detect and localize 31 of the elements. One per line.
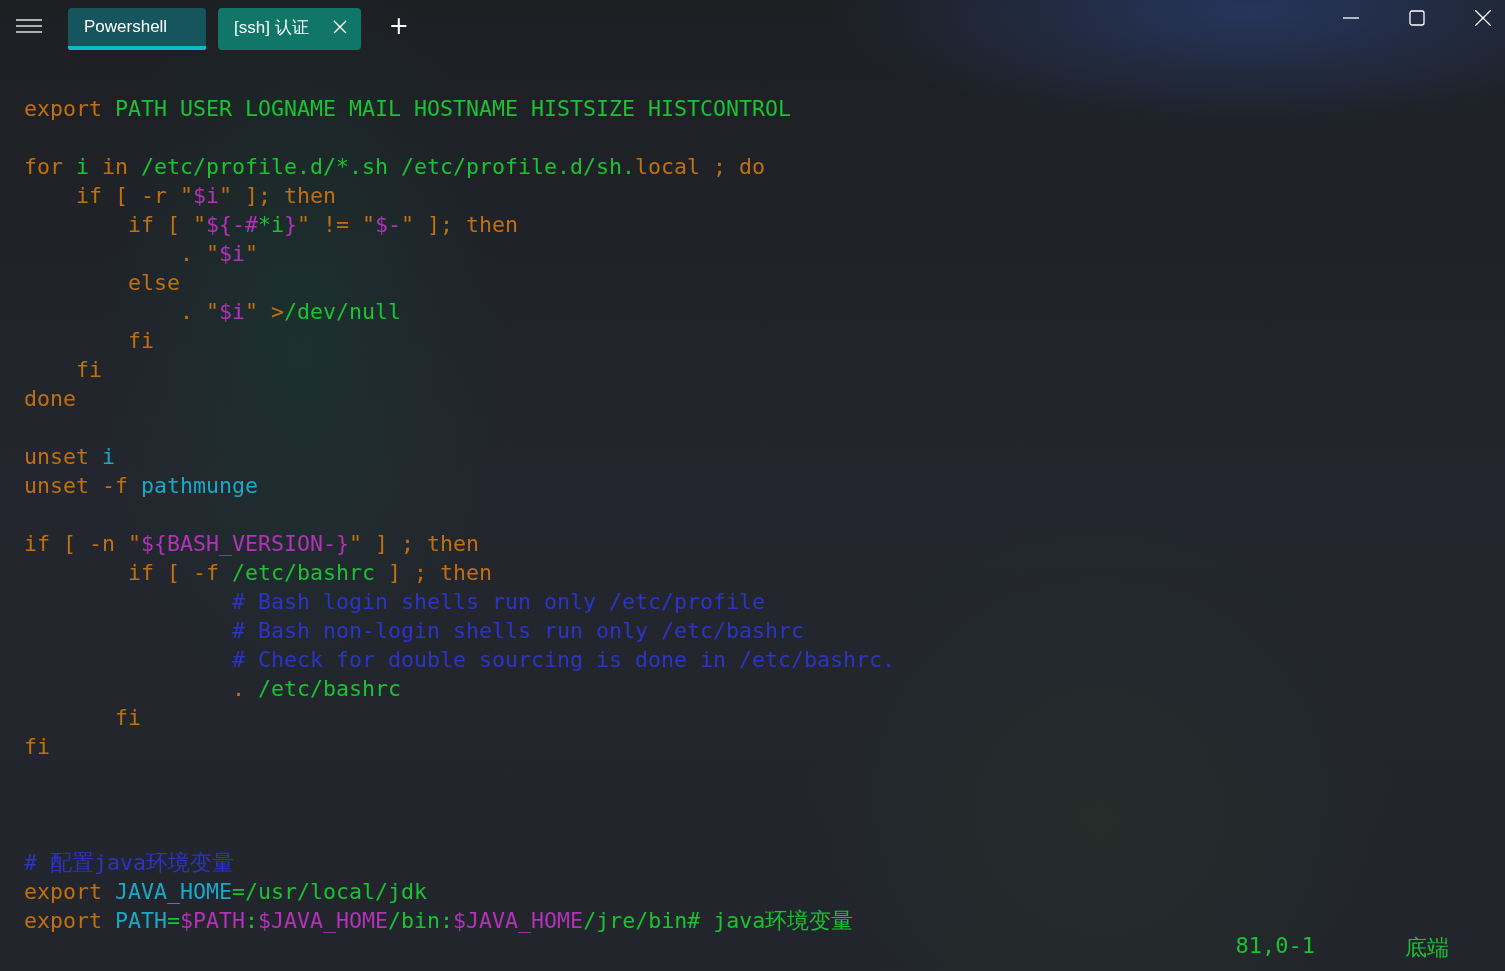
code-line: . /etc/bashrc xyxy=(231,676,402,701)
code-line: fi xyxy=(114,705,141,730)
code-line: unset -f pathmunge xyxy=(24,473,259,498)
code-line: export PATH USER LOGNAME MAIL HOSTNAME HISTSIZE HISTCONTROL xyxy=(24,96,792,121)
code-line: # 配置java环境变量 xyxy=(24,850,234,875)
code-line: fi xyxy=(127,328,154,353)
code-line: fi xyxy=(24,734,50,759)
terminal-tab[interactable]: [ssh] 认证 xyxy=(218,8,361,50)
code-line: else xyxy=(127,270,180,295)
cursor-position: 81,0-1 xyxy=(1235,933,1315,960)
menu-icon[interactable] xyxy=(16,19,42,33)
code-line: unset i xyxy=(24,444,116,469)
code-line: fi xyxy=(75,357,102,382)
code-line: export PATH=$PATH:$JAVA_HOME/bin:$JAVA_HOME/jre/bin# java环境变量 xyxy=(24,908,854,933)
code-line: if [ "${-#*i}" != "$-" ]; then xyxy=(127,212,519,237)
scroll-position: 底端 xyxy=(1405,934,1449,962)
code-line: done xyxy=(24,386,76,411)
new-tab-button[interactable]: + xyxy=(388,12,409,40)
code-line: . "$i" xyxy=(179,241,259,266)
code-line: export JAVA_HOME=/usr/local/jdk xyxy=(24,879,428,904)
code-line: if [ -r "$i" ]; then xyxy=(75,183,337,208)
close-icon[interactable] xyxy=(1475,10,1491,26)
code-line: if [ -n "${BASH_VERSION-}" ] ; then xyxy=(24,531,480,556)
code-line: # Bash non-login shells run only /etc/bashrc xyxy=(231,618,805,643)
code-line: # Bash login shells run only /etc/profile xyxy=(231,589,766,614)
code-line: # Check for double sourcing is done in /etc/bashrc. xyxy=(231,647,896,672)
maximize-icon[interactable] xyxy=(1409,10,1425,26)
terminal-tab[interactable]: Powershell xyxy=(68,8,206,50)
code-line: . "$i" >/dev/null xyxy=(179,299,402,324)
code-line: for i in /etc/profile.d/*.sh /etc/profile.d/sh.local ; do xyxy=(24,154,766,179)
code-line: if [ -f /etc/bashrc ] ; then xyxy=(127,560,493,585)
